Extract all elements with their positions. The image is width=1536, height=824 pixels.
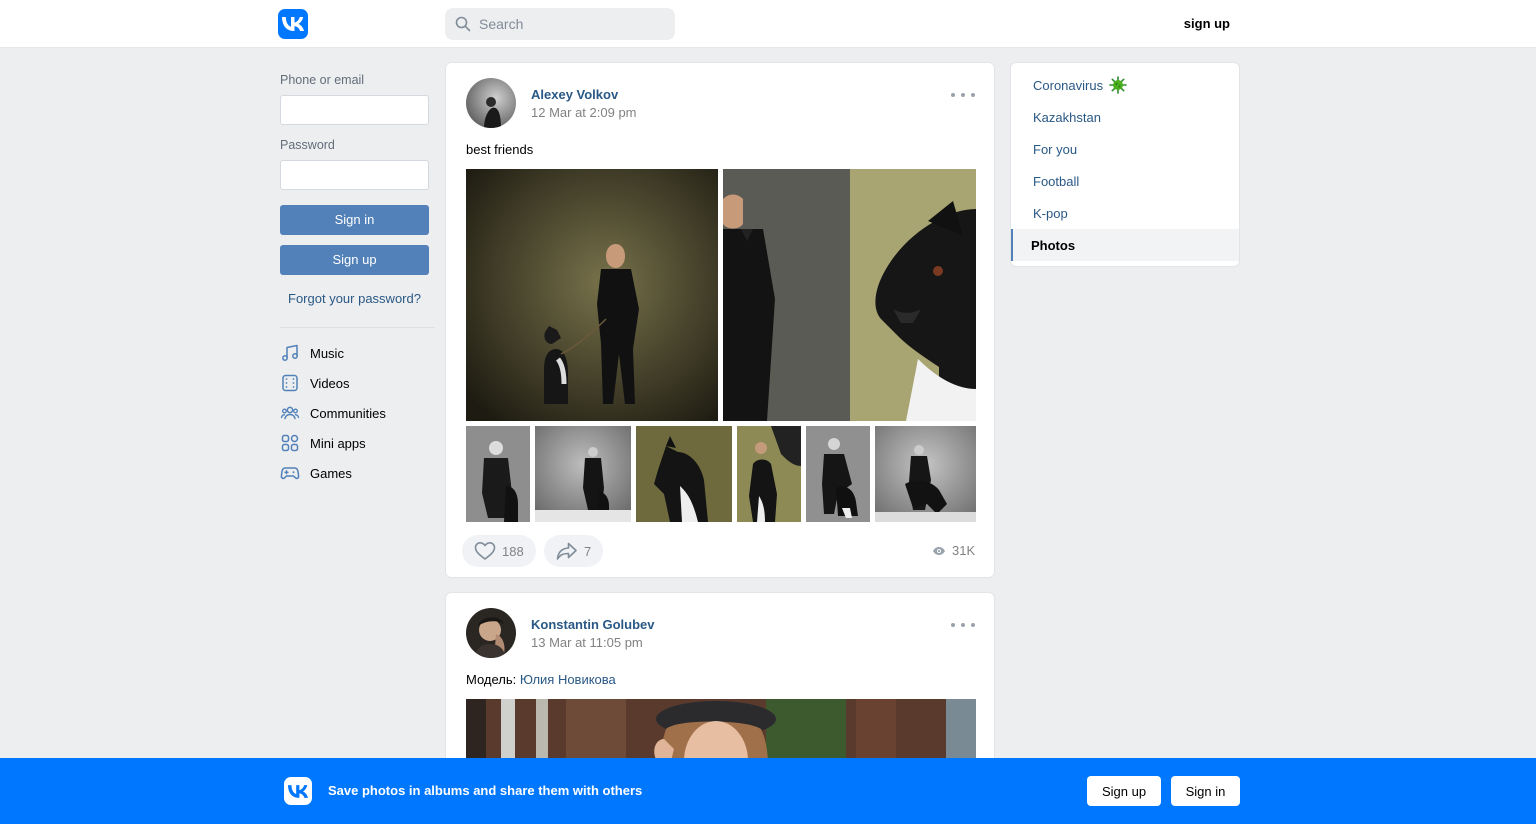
post-photo[interactable] [466, 169, 718, 421]
banner-sign-up-button[interactable]: Sign up [1087, 776, 1161, 806]
sign-in-button[interactable]: Sign in [280, 205, 429, 235]
share-button[interactable]: 7 [544, 535, 604, 567]
nav-item-label: For you [1033, 141, 1078, 157]
header-signup-link[interactable]: sign up [1160, 16, 1230, 31]
banner-sign-in-button[interactable]: Sign in [1171, 776, 1240, 806]
post-time[interactable]: 12 Mar at 2:09 pm [531, 105, 637, 120]
top-header: sign up [0, 0, 1536, 48]
views-count: 31K [952, 543, 976, 558]
post-text: Модель: Юлия Новикова [466, 672, 616, 687]
forgot-password-link[interactable]: Forgot your password? [280, 291, 429, 306]
sidebar-divider [280, 327, 435, 328]
avatar-photo [466, 608, 516, 658]
post-photo-thumbnail[interactable] [806, 426, 870, 522]
more-options-icon[interactable] [951, 615, 975, 635]
vk-logo-glyph [288, 784, 308, 798]
post-photo[interactable] [723, 169, 976, 421]
thumb-photo [466, 426, 530, 522]
nav-item-photos[interactable]: Photos [1011, 229, 1239, 261]
avatar[interactable] [466, 78, 516, 128]
phone-email-field[interactable] [280, 95, 429, 125]
music-note-icon [282, 344, 298, 361]
password-field[interactable] [280, 160, 429, 190]
password-label: Password [280, 138, 335, 152]
thumb-photo [636, 426, 732, 522]
gamepad-icon [280, 467, 300, 480]
post-time[interactable]: 13 Mar at 11:05 pm [531, 635, 643, 650]
post-photo-thumbnail[interactable] [875, 426, 976, 522]
thumb-photo [806, 426, 870, 522]
nav-item-for-you[interactable]: For you [1011, 133, 1239, 165]
post-text: best friends [466, 142, 534, 157]
share-count: 7 [584, 543, 592, 559]
photo-man-and-dog-portrait [723, 169, 976, 421]
menu-item-music[interactable]: Music [280, 338, 435, 368]
thumb-photo [737, 426, 801, 522]
nav-item-coronavirus[interactable]: Coronavirus [1011, 69, 1239, 101]
views-counter: 31K [932, 543, 975, 558]
menu-item-videos[interactable]: Videos [280, 368, 435, 398]
heart-icon [474, 542, 496, 560]
post-photo-thumbnail[interactable] [535, 426, 631, 522]
vk-logo-glyph [282, 17, 304, 31]
post-card: Alexey Volkov 12 Mar at 2:09 pm best fri… [445, 62, 995, 578]
sign-up-button[interactable]: Sign up [280, 245, 429, 275]
photo-man-with-dog [466, 169, 718, 421]
post-author[interactable]: Konstantin Golubev [531, 617, 655, 632]
phone-label: Phone or email [280, 73, 365, 87]
menu-item-label: Music [310, 345, 344, 361]
right-nav: Coronavirus Kazakhstan For you Football … [1010, 62, 1240, 267]
search-box[interactable] [445, 8, 675, 40]
model-link[interactable]: Юлия Новикова [520, 672, 616, 687]
banner-text: Save photos in albums and share them wit… [328, 783, 643, 798]
menu-item-label: Games [310, 465, 352, 481]
vk-logo-icon[interactable] [278, 9, 308, 39]
nav-item-label: Football [1033, 173, 1080, 189]
search-input[interactable] [479, 16, 669, 32]
eye-icon [933, 546, 945, 555]
post-photo-thumbnail[interactable] [737, 426, 801, 522]
thumb-photo [875, 426, 976, 522]
share-arrow-icon [556, 542, 577, 560]
vk-logo-icon [284, 777, 312, 805]
nav-item-football[interactable]: Football [1011, 165, 1239, 197]
nav-item-label: Photos [1031, 237, 1076, 253]
avatar[interactable] [466, 608, 516, 658]
menu-item-communities[interactable]: Communities [280, 398, 435, 428]
nav-item-label: K-pop [1033, 205, 1068, 221]
avatar-photo [466, 78, 516, 128]
post-photo-thumbnail[interactable] [466, 426, 530, 522]
left-sidebar: Phone or email Password Sign in Sign up … [280, 62, 435, 488]
post-text-prefix: Модель: [466, 672, 520, 687]
nav-item-label: Coronavirus [1033, 77, 1104, 93]
menu-item-label: Videos [310, 375, 350, 391]
post-author[interactable]: Alexey Volkov [531, 87, 618, 102]
like-count: 188 [502, 543, 524, 559]
nav-item-kpop[interactable]: K-pop [1011, 197, 1239, 229]
more-options-icon[interactable] [951, 85, 975, 105]
nav-item-label: Kazakhstan [1033, 109, 1101, 125]
search-icon [455, 16, 471, 32]
like-button[interactable]: 188 [462, 535, 536, 567]
post-photo-thumbnail[interactable] [636, 426, 732, 522]
menu-item-label: Communities [310, 405, 386, 421]
sidebar-menu: Music Videos Communities Mini apps Games [280, 338, 435, 488]
film-icon [282, 374, 298, 392]
menu-item-games[interactable]: Games [280, 458, 435, 488]
users-icon [280, 406, 300, 420]
thumb-photo [535, 426, 631, 522]
bottom-banner: Save photos in albums and share them wit… [0, 758, 1536, 824]
nav-item-kazakhstan[interactable]: Kazakhstan [1011, 101, 1239, 133]
menu-item-label: Mini apps [310, 435, 366, 451]
virus-icon [1109, 76, 1127, 94]
menu-item-mini-apps[interactable]: Mini apps [280, 428, 435, 458]
apps-grid-icon [281, 434, 299, 452]
